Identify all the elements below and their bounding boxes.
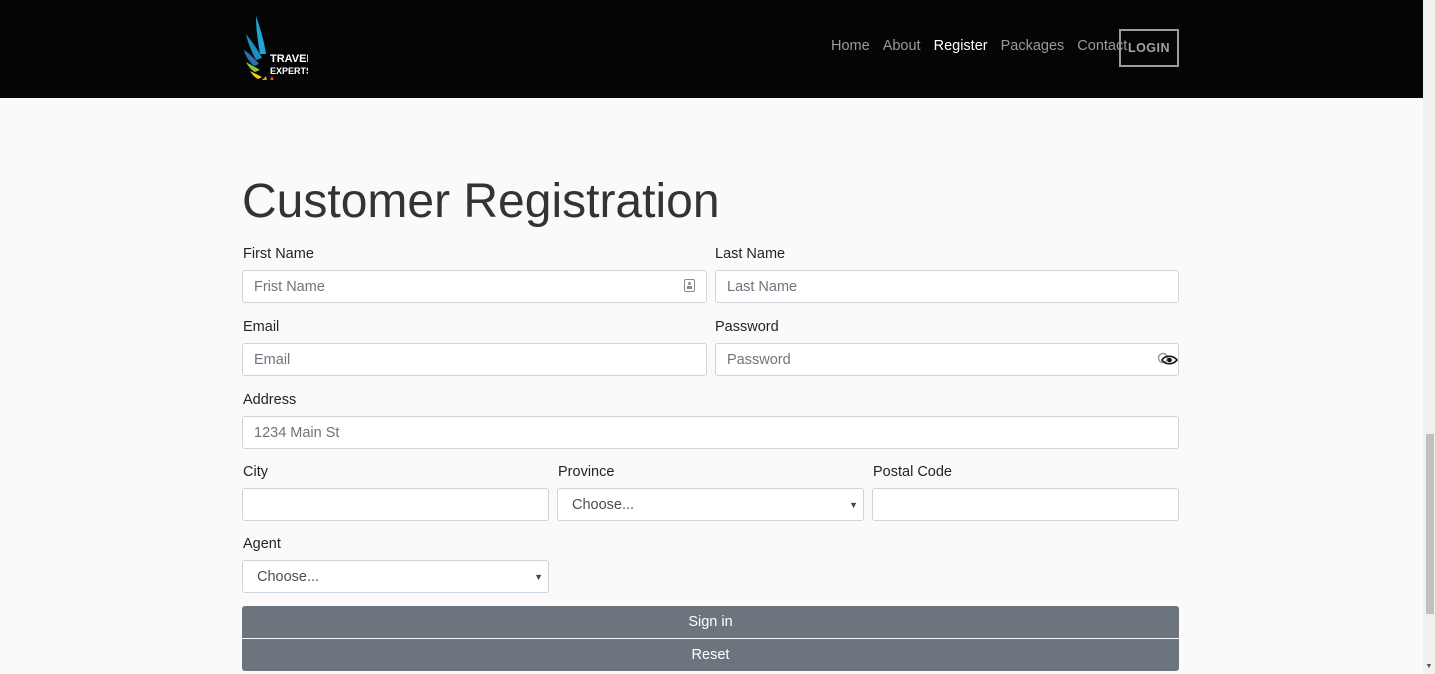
nav-about[interactable]: About (883, 36, 921, 56)
contact-card-icon[interactable] (684, 279, 695, 292)
chevron-down-icon: ▼ (849, 500, 858, 510)
nav-register[interactable]: Register (934, 36, 988, 56)
agent-select[interactable]: Choose... ▼ (242, 560, 549, 593)
scrollbar-thumb[interactable] (1426, 434, 1434, 614)
province-select[interactable]: Choose... ▼ (557, 488, 864, 521)
first-name-label: First Name (243, 246, 314, 262)
reset-button[interactable]: Reset (242, 639, 1179, 671)
sign-in-button[interactable]: Sign in (242, 606, 1179, 638)
city-label: City (243, 464, 268, 480)
nav-home[interactable]: Home (831, 36, 870, 56)
agent-label: Agent (243, 536, 281, 552)
scroll-down-arrow-icon[interactable]: ▼ (1424, 662, 1434, 672)
chevron-down-icon: ▼ (534, 572, 543, 582)
last-name-input[interactable] (715, 270, 1179, 303)
logo-text-line2: EXPERTS (270, 66, 308, 76)
email-label: Email (243, 319, 280, 335)
main-nav: Home About Register Packages Contact (824, 36, 1140, 56)
address-label: Address (243, 392, 297, 408)
postal-code-input[interactable] (872, 488, 1179, 521)
travel-experts-logo[interactable]: TRAVEL EXPERTS (242, 14, 308, 84)
email-input[interactable] (242, 343, 707, 376)
nav-packages[interactable]: Packages (1001, 36, 1065, 56)
password-label: Password (715, 319, 779, 335)
first-name-input[interactable] (242, 270, 707, 303)
address-input[interactable] (242, 416, 1179, 449)
password-input[interactable] (715, 343, 1179, 376)
last-name-label: Last Name (715, 246, 786, 262)
login-button[interactable]: LOGIN (1119, 29, 1179, 67)
agent-selected: Choose... (257, 568, 320, 585)
eye-icon[interactable] (1157, 352, 1179, 366)
province-label: Province (558, 464, 615, 480)
province-selected: Choose... (572, 496, 635, 513)
navbar: TRAVEL EXPERTS Home About Register Packa… (0, 0, 1423, 98)
city-input[interactable] (242, 488, 549, 521)
logo-text-line1: TRAVEL (270, 53, 308, 65)
postal-code-label: Postal Code (873, 464, 952, 480)
page-title: Customer Registration (242, 175, 720, 228)
